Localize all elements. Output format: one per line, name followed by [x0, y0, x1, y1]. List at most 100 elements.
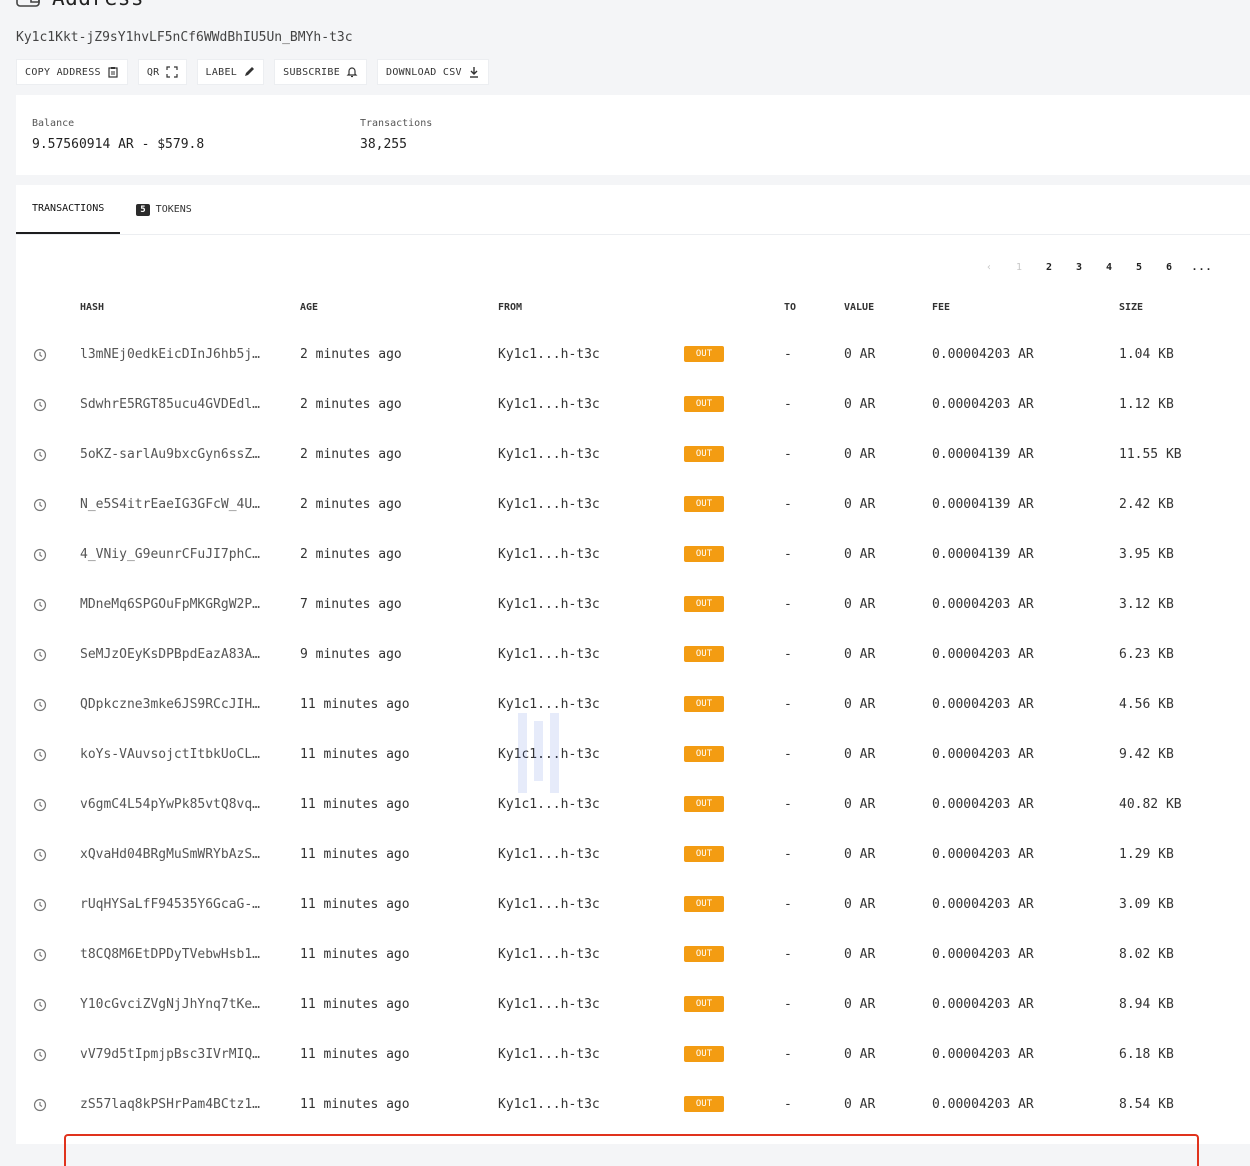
- prev-page-button[interactable]: ‹: [974, 262, 1004, 273]
- direction-badge: OUT: [684, 446, 724, 462]
- tx-size: 9.42 KB: [1119, 747, 1174, 762]
- table-row[interactable]: MDneMq6SPGOuFpMKGRgW2P… 7 minutes ago Ky1c…: [16, 580, 1250, 630]
- tx-hash-link[interactable]: QDpkczne3mke6JS9RCcJIH…: [80, 697, 268, 712]
- tx-age: 9 minutes ago: [300, 647, 402, 662]
- qr-button[interactable]: QR: [137, 59, 187, 85]
- tx-from-link[interactable]: Ky1c1...h-t3c: [498, 797, 600, 812]
- tx-hash-link[interactable]: vV79d5tIpmjpBsc3IVrMIQ…: [80, 1047, 268, 1062]
- subscribe-button[interactable]: SUBSCRIBE: [274, 59, 368, 85]
- pending-clock-icon: [33, 798, 47, 812]
- tx-size: 6.18 KB: [1119, 1047, 1174, 1062]
- table-row[interactable]: SeMJzOEyKsDPBpdEazA83A… 9 minutes ago Ky1c…: [16, 630, 1250, 680]
- label-label: LABEL: [205, 66, 238, 78]
- table-row[interactable]: v6gmC4L54pYwPk85vtQ8vq… 11 minutes ago Ky1…: [16, 780, 1250, 830]
- tx-from-link[interactable]: Ky1c1...h-t3c: [498, 647, 600, 662]
- label-button[interactable]: LABEL: [196, 59, 265, 85]
- download-icon: [469, 67, 478, 78]
- tx-hash-link[interactable]: 5oKZ-sarlAu9bxcGyn6ssZ…: [80, 447, 268, 462]
- tx-hash-link[interactable]: SdwhrE5RGT85ucu4GVDEdl…: [80, 397, 268, 412]
- tab-transactions[interactable]: TRANSACTIONS: [16, 185, 121, 234]
- table-row[interactable]: vV79d5tIpmjpBsc3IVrMIQ… 11 minutes ago Ky1…: [16, 1030, 1250, 1080]
- tx-hash-link[interactable]: xQvaHd04BRgMuSmWRYbAzS…: [80, 847, 268, 862]
- tx-hash-link[interactable]: SeMJzOEyKsDPBpdEazA83A…: [80, 647, 268, 662]
- direction-badge: OUT: [684, 996, 724, 1012]
- tx-size: 1.04 KB: [1119, 347, 1174, 362]
- table-row[interactable]: SdwhrE5RGT85ucu4GVDEdl… 2 minutes ago Ky1c…: [16, 380, 1250, 430]
- tx-from-link[interactable]: Ky1c1...h-t3c: [498, 947, 600, 962]
- tx-size: 1.29 KB: [1119, 847, 1174, 862]
- transactions-value: 38,255: [360, 137, 407, 152]
- table-row[interactable]: Y10cGvciZVgNjJhYnq7tKe… 11 minutes ago Ky1…: [16, 980, 1250, 1030]
- tx-age: 11 minutes ago: [300, 947, 410, 962]
- direction-badge: OUT: [684, 896, 724, 912]
- pending-clock-icon: [33, 498, 47, 512]
- table-row[interactable]: 4_VNiy_G9eunrCFuJI7phC… 2 minutes ago Ky1c…: [16, 530, 1250, 580]
- tx-from-link[interactable]: Ky1c1...h-t3c: [498, 547, 600, 562]
- tx-fee: 0.00004203 AR: [932, 647, 1034, 662]
- tx-from-link[interactable]: Ky1c1...h-t3c: [498, 847, 600, 862]
- tx-size: 8.54 KB: [1119, 1097, 1174, 1112]
- tx-from-link[interactable]: Ky1c1...h-t3c: [498, 1047, 600, 1062]
- tx-value: 0 AR: [844, 697, 876, 712]
- tx-age: 2 minutes ago: [300, 347, 402, 362]
- bell-icon: [346, 67, 358, 78]
- table-row[interactable]: xQvaHd04BRgMuSmWRYbAzS… 11 minutes ago Ky1…: [16, 830, 1250, 880]
- table-row[interactable]: N_e5S4itrEaeIG3GFcW_4U… 2 minutes ago Ky1c…: [16, 480, 1250, 530]
- table-row[interactable]: QDpkczne3mke6JS9RCcJIH… 11 minutes ago Ky1…: [16, 680, 1250, 730]
- tx-from-link[interactable]: Ky1c1...h-t3c: [498, 347, 600, 362]
- page-3-button[interactable]: 3: [1064, 262, 1094, 273]
- col-value: VALUE: [844, 302, 875, 313]
- tx-hash-link[interactable]: N_e5S4itrEaeIG3GFcW_4U…: [80, 497, 268, 512]
- copy-address-button[interactable]: COPY ADDRESS: [16, 59, 128, 85]
- table-row[interactable]: zS57laq8kPSHrPam4BCtz1… 11 minutes ago Ky1…: [16, 1080, 1250, 1130]
- tx-from-link[interactable]: Ky1c1...h-t3c: [498, 447, 600, 462]
- col-from: FROM: [498, 302, 523, 313]
- tx-from-link[interactable]: Ky1c1...h-t3c: [498, 697, 600, 712]
- tx-from-link[interactable]: Ky1c1...h-t3c: [498, 597, 600, 612]
- tx-hash-link[interactable]: t8CQ8M6EtDPDyTVebwHsb1…: [80, 947, 268, 962]
- tx-to: -: [784, 797, 792, 812]
- table-row[interactable]: rUqHYSaLfF94535Y6GcaG-… 11 minutes ago Ky1…: [16, 880, 1250, 930]
- page-5-button[interactable]: 5: [1124, 262, 1154, 273]
- page-4-button[interactable]: 4: [1094, 262, 1124, 273]
- direction-badge: OUT: [684, 646, 724, 662]
- tx-fee: 0.00004203 AR: [932, 347, 1034, 362]
- tx-fee: 0.00004203 AR: [932, 397, 1034, 412]
- page-6-button[interactable]: 6: [1154, 262, 1184, 273]
- tx-age: 2 minutes ago: [300, 547, 402, 562]
- tx-from-link[interactable]: Ky1c1...h-t3c: [498, 997, 600, 1012]
- table-row[interactable]: 5oKZ-sarlAu9bxcGyn6ssZ… 2 minutes ago Ky1c…: [16, 430, 1250, 480]
- tx-to: -: [784, 447, 792, 462]
- tab-tokens[interactable]: 5 TOKENS: [120, 185, 208, 234]
- page-title: Address: [52, 0, 144, 10]
- tx-hash-link[interactable]: v6gmC4L54pYwPk85vtQ8vq…: [80, 797, 268, 812]
- tx-hash-link[interactable]: zS57laq8kPSHrPam4BCtz1…: [80, 1097, 268, 1112]
- download-csv-button[interactable]: DOWNLOAD CSV: [377, 59, 489, 85]
- pending-clock-icon: [33, 1048, 47, 1062]
- page-1-button[interactable]: 1: [1004, 262, 1034, 273]
- tx-age: 2 minutes ago: [300, 497, 402, 512]
- tx-hash-link[interactable]: 4_VNiy_G9eunrCFuJI7phC…: [80, 547, 268, 562]
- tx-age: 11 minutes ago: [300, 1047, 410, 1062]
- pending-clock-icon: [33, 848, 47, 862]
- tx-from-link[interactable]: Ky1c1...h-t3c: [498, 897, 600, 912]
- direction-badge: OUT: [684, 546, 724, 562]
- tx-from-link[interactable]: Ky1c1...h-t3c: [498, 747, 600, 762]
- tx-hash-link[interactable]: Y10cGvciZVgNjJhYnq7tKe…: [80, 997, 268, 1012]
- tx-hash-link[interactable]: koYs-VAuvsojctItbkUoCL…: [80, 747, 268, 762]
- table-row[interactable]: koYs-VAuvsojctItbkUoCL… 11 minutes ago Ky1…: [16, 730, 1250, 780]
- tx-from-link[interactable]: Ky1c1...h-t3c: [498, 1097, 600, 1112]
- tx-hash-link[interactable]: l3mNEj0edkEicDInJ6hb5j…: [80, 347, 268, 362]
- tx-from-link[interactable]: Ky1c1...h-t3c: [498, 397, 600, 412]
- tx-size: 3.95 KB: [1119, 547, 1174, 562]
- more-pages-button[interactable]: ...: [1184, 262, 1220, 273]
- page-2-button[interactable]: 2: [1034, 262, 1064, 273]
- tx-fee: 0.00004203 AR: [932, 947, 1034, 962]
- tx-hash-link[interactable]: rUqHYSaLfF94535Y6GcaG-…: [80, 897, 268, 912]
- table-row[interactable]: t8CQ8M6EtDPDyTVebwHsb1… 11 minutes ago Ky1…: [16, 930, 1250, 980]
- tx-from-link[interactable]: Ky1c1...h-t3c: [498, 497, 600, 512]
- table-row[interactable]: l3mNEj0edkEicDInJ6hb5j… 2 minutes ago Ky1c…: [16, 330, 1250, 380]
- tx-hash-link[interactable]: MDneMq6SPGOuFpMKGRgW2P…: [80, 597, 268, 612]
- expand-icon: [165, 66, 178, 78]
- tx-value: 0 AR: [844, 1047, 876, 1062]
